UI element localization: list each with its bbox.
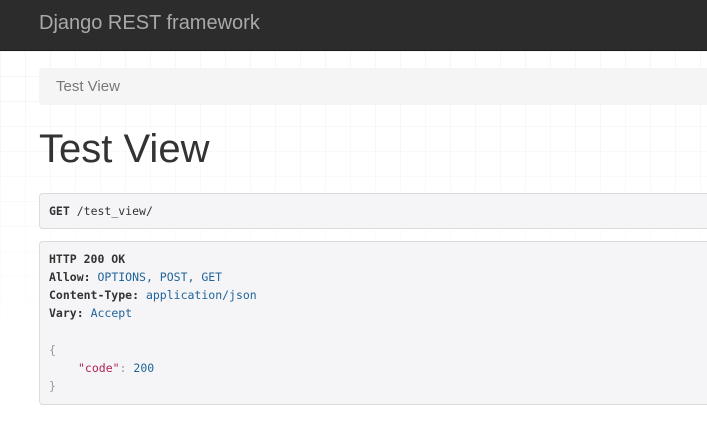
json-entry-code: "code": 200 [78, 361, 154, 375]
header-name: Content-Type: [49, 288, 140, 302]
header-value: Accept [90, 306, 133, 320]
response-header-allow: Allow: OPTIONS, POST, GET [49, 270, 222, 284]
request-method: GET [49, 204, 70, 218]
json-key: "code" [78, 361, 120, 375]
page-title: Test View [39, 127, 210, 171]
request-line: GET /test_view/ [49, 204, 153, 218]
breadcrumb-item-test-view[interactable]: Test View [56, 78, 120, 96]
header-name: Allow: [49, 270, 91, 284]
response-header-content-type: Content-Type: application/json [49, 288, 257, 302]
json-open-brace: { [49, 343, 56, 357]
response-status: HTTP 200 OK [49, 252, 126, 266]
top-navbar: Django REST framework [0, 0, 707, 51]
header-value: application/json [145, 288, 257, 302]
request-path: /test_view/ [76, 204, 153, 218]
response-header-vary: Vary: Accept [49, 306, 132, 320]
brand-link[interactable]: Django REST framework [39, 11, 260, 35]
breadcrumb: Test View [39, 68, 707, 105]
json-colon: : [119, 361, 127, 375]
json-close-brace: } [49, 379, 56, 393]
response-info: HTTP 200 OK Allow: OPTIONS, POST, GET Co… [39, 241, 707, 405]
header-value: OPTIONS, POST, GET [97, 270, 223, 284]
header-name: Vary: [49, 306, 84, 320]
json-value: 200 [133, 361, 155, 375]
request-info: GET /test_view/ [39, 193, 707, 229]
